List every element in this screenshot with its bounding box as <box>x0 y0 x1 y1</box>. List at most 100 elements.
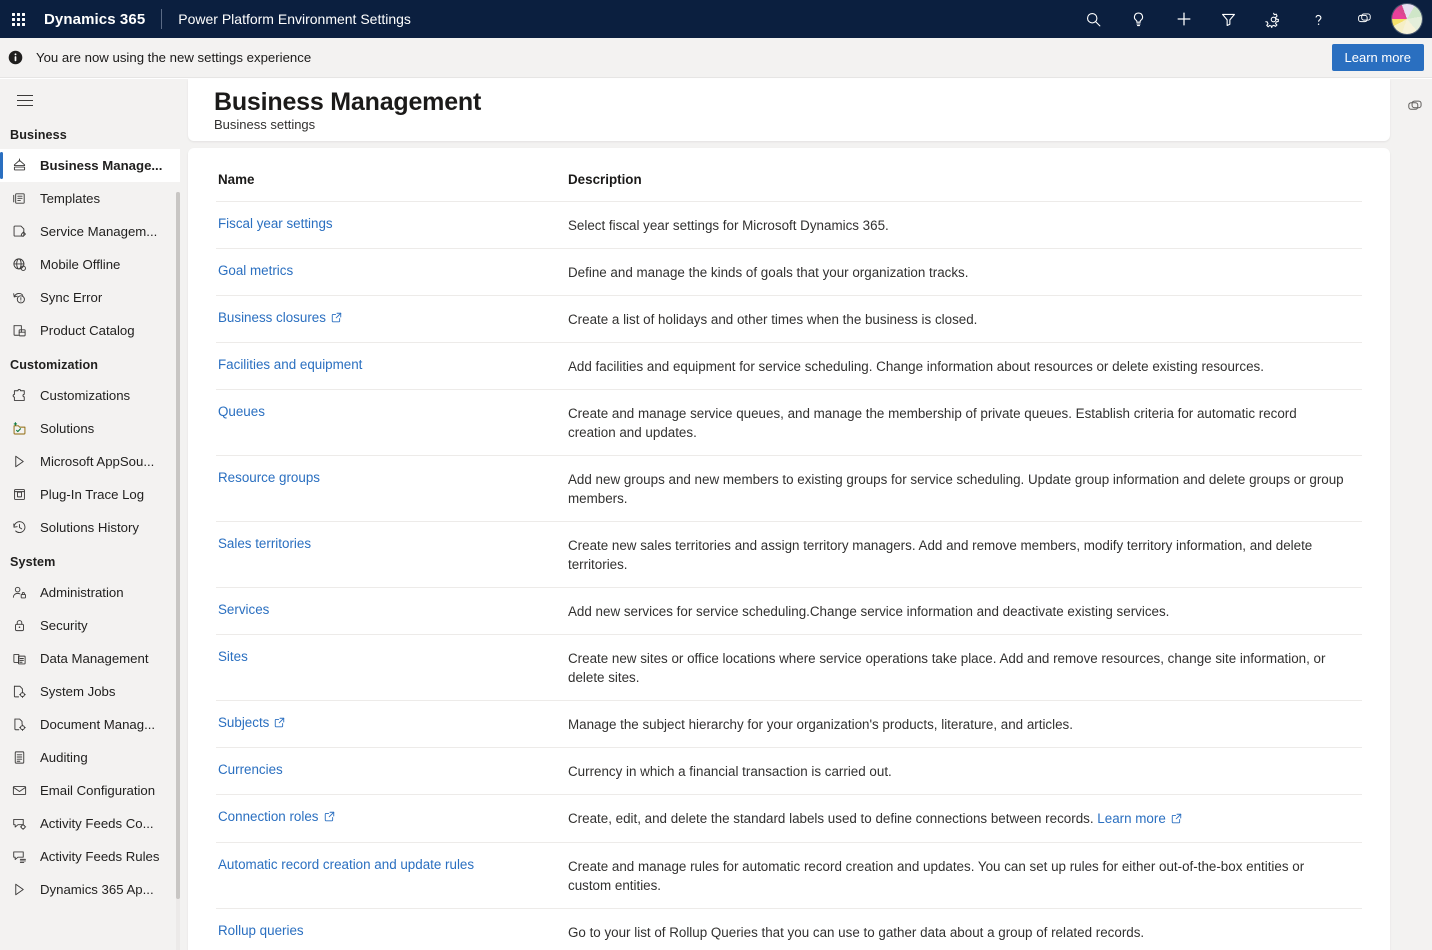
search-icon[interactable] <box>1071 0 1116 38</box>
sidebar-item-customizations[interactable]: Customizations <box>0 379 180 412</box>
description-text: Select fiscal year settings for Microsof… <box>568 216 1362 235</box>
copilot-icon[interactable] <box>1341 0 1386 38</box>
templates-icon <box>10 190 28 208</box>
table-row: Services Add new services for service sch… <box>216 588 1362 635</box>
setting-link[interactable]: Resource groups <box>218 470 320 485</box>
sidebar-item-label: Document Manag... <box>40 717 155 732</box>
setting-link[interactable]: Queues <box>218 404 265 419</box>
sidebar-item-label: Product Catalog <box>40 323 135 338</box>
sidebar-item-security[interactable]: Security <box>0 609 180 642</box>
setting-link[interactable]: Automatic record creation and update rul… <box>218 857 474 872</box>
solutions-history-icon <box>10 519 28 537</box>
info-icon <box>7 49 24 66</box>
sidebar-item-mobile-offline[interactable]: Mobile Offline <box>0 248 180 281</box>
app-launcher-button[interactable] <box>0 0 36 38</box>
sidebar-item-label: Solutions <box>40 421 94 436</box>
description-body: Create, edit, and delete the standard la… <box>568 811 1094 826</box>
cell-description: Add facilities and equipment for service… <box>566 343 1362 390</box>
setting-link[interactable]: Fiscal year settings <box>218 216 333 231</box>
sidebar-item-product-catalog[interactable]: Product Catalog <box>0 314 180 347</box>
setting-link[interactable]: Currencies <box>218 762 283 777</box>
filter-icon[interactable] <box>1206 0 1251 38</box>
app-name-label[interactable]: Power Platform Environment Settings <box>178 11 411 27</box>
document-management-icon <box>10 716 28 734</box>
sidebar-item-label: Microsoft AppSou... <box>40 454 154 469</box>
sidebar-item-auditing[interactable]: Auditing <box>0 741 180 774</box>
copilot-icon[interactable] <box>1396 88 1432 124</box>
help-icon[interactable] <box>1296 0 1341 38</box>
sidebar-item-activity-feeds-rules[interactable]: Activity Feeds Rules <box>0 840 180 873</box>
cell-name: Facilities and equipment <box>216 343 566 390</box>
gear-icon[interactable] <box>1251 0 1296 38</box>
cell-name: Automatic record creation and update rul… <box>216 843 566 909</box>
description-body: Create a list of holidays and other time… <box>568 312 977 327</box>
description-body: Currency in which a financial transactio… <box>568 764 892 779</box>
external-link-icon <box>331 311 342 326</box>
cell-description: Create new sales territories and assign … <box>566 522 1362 588</box>
cell-name: Fiscal year settings <box>216 202 566 249</box>
cell-description: Select fiscal year settings for Microsof… <box>566 202 1362 249</box>
sidebar-item-business-manage[interactable]: Business Manage... <box>0 149 180 182</box>
description-body: Add new groups and new members to existi… <box>568 472 1344 506</box>
table-row: Currencies Currency in which a financial … <box>216 748 1362 795</box>
sidebar-item-activity-feeds-co[interactable]: Activity Feeds Co... <box>0 807 180 840</box>
sidebar-item-microsoft-appsou[interactable]: Microsoft AppSou... <box>0 445 180 478</box>
customizations-icon <box>10 387 28 405</box>
plus-icon[interactable] <box>1161 0 1206 38</box>
table-row: Fiscal year settings Select fiscal year s… <box>216 202 1362 249</box>
table-row: Automatic record creation and update rul… <box>216 843 1362 909</box>
sidebar-item-data-management[interactable]: Data Management <box>0 642 180 675</box>
sidebar-item-administration[interactable]: Administration <box>0 576 180 609</box>
setting-link[interactable]: Goal metrics <box>218 263 293 278</box>
table-row: Goal metrics Define and manage the kinds … <box>216 249 1362 296</box>
setting-link[interactable]: Sites <box>218 649 248 664</box>
cell-description: Manage the subject hierarchy for your or… <box>566 701 1362 748</box>
setting-link[interactable]: Rollup queries <box>218 923 304 938</box>
brand-divider <box>161 9 162 29</box>
description-text: Create and manage rules for automatic re… <box>568 857 1362 895</box>
lightbulb-icon[interactable] <box>1116 0 1161 38</box>
sidebar-item-document-manag[interactable]: Document Manag... <box>0 708 180 741</box>
setting-link[interactable]: Services <box>218 602 269 617</box>
sidebar-item-label: Activity Feeds Co... <box>40 816 154 831</box>
cell-name: Goal metrics <box>216 249 566 296</box>
sidebar-item-label: Mobile Offline <box>40 257 120 272</box>
notification-bar: You are now using the new settings exper… <box>0 38 1432 78</box>
sidebar-item-label: Security <box>40 618 88 633</box>
cell-description: Create and manage service queues, and ma… <box>566 390 1362 456</box>
inline-learn-more-link[interactable]: Learn more <box>1097 811 1165 826</box>
description-text: Define and manage the kinds of goals tha… <box>568 263 1362 282</box>
sidebar-item-solutions[interactable]: Solutions <box>0 412 180 445</box>
sidebar-item-system-jobs[interactable]: System Jobs <box>0 675 180 708</box>
setting-link[interactable]: Facilities and equipment <box>218 357 362 372</box>
description-text: Add new services for service scheduling.… <box>568 602 1362 621</box>
hamburger-menu-icon[interactable] <box>5 83 45 117</box>
sidebar-item-label: Sync Error <box>40 290 102 305</box>
cell-description: Create new sites or office locations whe… <box>566 635 1362 701</box>
learn-more-button[interactable]: Learn more <box>1332 44 1424 71</box>
setting-link[interactable]: Subjects <box>218 715 269 730</box>
sidebar-item-sync-error[interactable]: Sync Error <box>0 281 180 314</box>
sidebar-item-label: Dynamics 365 Ap... <box>40 882 154 897</box>
sidebar-item-service-managem[interactable]: Service Managem... <box>0 215 180 248</box>
sidebar-item-templates[interactable]: Templates <box>0 182 180 215</box>
sidebar-item-label: Service Managem... <box>40 224 157 239</box>
sidebar-item-dynamics-365-ap[interactable]: Dynamics 365 Ap... <box>0 873 180 906</box>
avatar[interactable] <box>1392 4 1422 34</box>
brand-title[interactable]: Dynamics 365 <box>44 11 145 28</box>
setting-link[interactable]: Connection roles <box>218 809 319 824</box>
sidebar-item-plug-in-trace-log[interactable]: Plug-In Trace Log <box>0 478 180 511</box>
sidebar-item-email-configuration[interactable]: Email Configuration <box>0 774 180 807</box>
setting-link[interactable]: Business closures <box>218 310 326 325</box>
description-text: Add facilities and equipment for service… <box>568 357 1362 376</box>
sidebar-item-label: Auditing <box>40 750 88 765</box>
main-content: Business Management Business settings Na… <box>180 79 1432 950</box>
settings-list-card: Name Description Fiscal year settingsSel… <box>188 148 1390 950</box>
cell-description: Create, edit, and delete the standard la… <box>566 795 1362 843</box>
sidebar-item-solutions-history[interactable]: Solutions History <box>0 511 180 544</box>
description-body: Add new services for service scheduling.… <box>568 604 1169 619</box>
description-body: Create and manage rules for automatic re… <box>568 859 1304 893</box>
security-icon <box>10 617 28 635</box>
sidebar-item-label: Solutions History <box>40 520 139 535</box>
setting-link[interactable]: Sales territories <box>218 536 311 551</box>
